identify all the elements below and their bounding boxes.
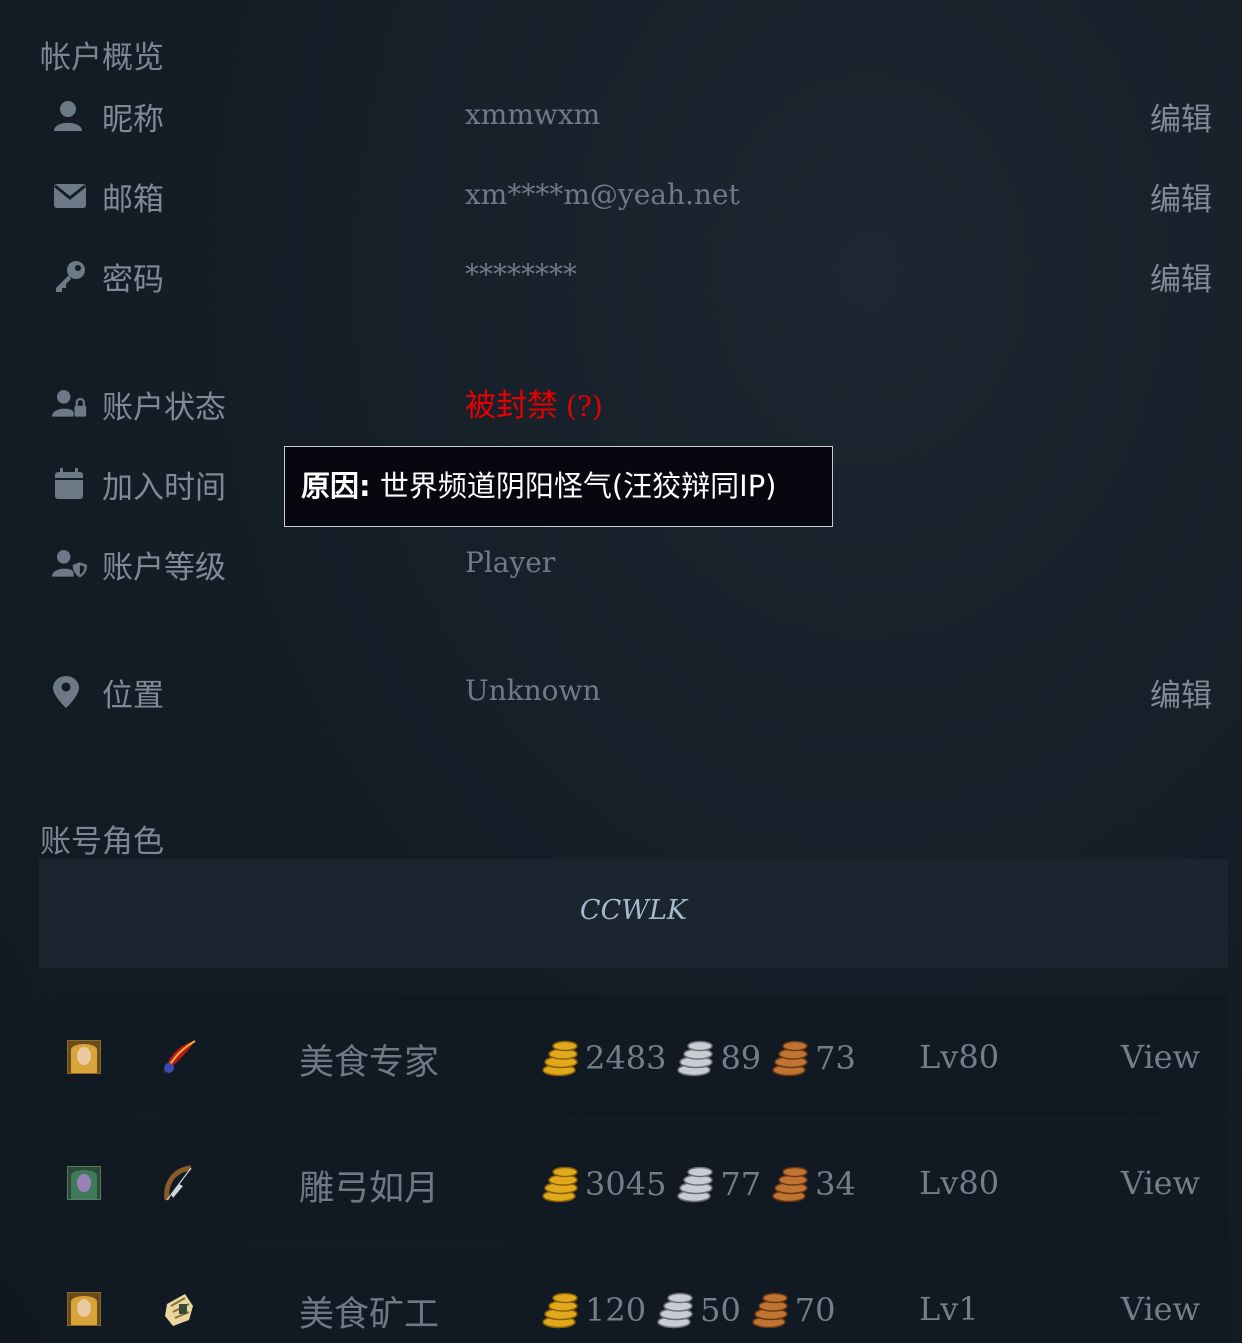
- copper-amount: 70: [794, 1291, 836, 1329]
- gold-amount: 3045: [585, 1165, 667, 1203]
- silver-coins-icon: [677, 1040, 714, 1077]
- character-row: 雕弓如月 3045 77 34 Lv80 View: [39, 1120, 1228, 1244]
- characters-title: 账号角色: [40, 824, 164, 860]
- nickname-label: 昵称: [102, 102, 164, 138]
- copper-amount: 73: [815, 1039, 856, 1077]
- character-level: Lv80: [919, 1038, 1000, 1076]
- gold-coins-icon: [542, 1292, 578, 1329]
- realm-name: CCWLK: [579, 895, 688, 926]
- copper-coins-icon: [772, 1166, 808, 1203]
- account-level-value: Player: [465, 546, 556, 579]
- user-icon: [54, 101, 82, 131]
- gold-amount: 120: [585, 1291, 647, 1329]
- password-row: 密码 ******** 编辑: [40, 246, 1212, 306]
- character-name: 雕弓如月: [299, 1169, 440, 1209]
- blonde-human-female-portrait: [67, 1292, 101, 1326]
- edit-location-button[interactable]: 编辑: [1150, 670, 1212, 715]
- password-label: 密码: [102, 262, 164, 298]
- tooltip-text: 世界频道阴阳怪气(汪狡辩同IP): [370, 469, 777, 503]
- silver-coins-icon: [677, 1166, 714, 1203]
- account-status-value: 被封禁 (?): [465, 380, 603, 425]
- nickname-value: xmmwxm: [465, 98, 601, 131]
- gold-amount: 2483: [585, 1039, 667, 1077]
- copper-amount: 34: [815, 1165, 856, 1203]
- character-level: Lv80: [919, 1164, 1000, 1202]
- ban-reason-tooltip: 原因: 世界频道阴阳怪气(汪狡辩同IP): [284, 446, 833, 527]
- fist-class-icon[interactable]: [159, 1290, 199, 1330]
- location-row: 位置 Unknown 编辑: [40, 662, 1212, 722]
- account-status-row: 账户状态 被封禁 (?): [40, 374, 1212, 434]
- email-row: 邮箱 xm****m@yeah.net 编辑: [40, 166, 1212, 226]
- account-overview-title: 帐户概览: [40, 40, 164, 76]
- character-level: Lv1: [919, 1290, 979, 1328]
- silver-coins-icon: [657, 1292, 693, 1329]
- character-name: 美食矿工: [299, 1295, 440, 1335]
- location-label: 位置: [102, 678, 164, 714]
- silver-amount: 77: [720, 1165, 762, 1203]
- account-level-label: 账户等级: [102, 550, 226, 586]
- account-level-row: 账户等级 Player: [40, 534, 1212, 594]
- banned-text: 被封禁: [465, 388, 558, 424]
- bow-class-icon[interactable]: [159, 1164, 199, 1204]
- user-shield-icon: [52, 550, 88, 578]
- character-money: 3045 77 34: [539, 1164, 864, 1204]
- tooltip-prefix: 原因:: [301, 469, 371, 503]
- email-value: xm****m@yeah.net: [465, 178, 740, 211]
- location-value: Unknown: [465, 674, 601, 707]
- realm-header: CCWLK: [39, 859, 1228, 968]
- edit-password-button[interactable]: 编辑: [1150, 254, 1212, 299]
- silver-amount: 50: [700, 1291, 741, 1329]
- ban-reason-help[interactable]: (?): [566, 390, 603, 423]
- view-character-button[interactable]: View: [1121, 1164, 1200, 1202]
- feather-class-icon[interactable]: [159, 1038, 199, 1078]
- character-money: 2483 89 73: [539, 1038, 864, 1078]
- silver-amount: 89: [720, 1039, 762, 1077]
- join-time-label: 加入时间: [102, 470, 226, 506]
- view-character-button[interactable]: View: [1121, 1290, 1200, 1328]
- calendar-icon: [55, 468, 83, 499]
- edit-nickname-button[interactable]: 编辑: [1150, 94, 1212, 139]
- gold-coins-icon: [542, 1040, 578, 1077]
- envelope-icon: [54, 184, 86, 208]
- copper-coins-icon: [772, 1040, 808, 1077]
- nickname-row: 昵称 xmmwxm 编辑: [40, 86, 1212, 146]
- character-row: 美食专家 2483 89 73 Lv80 View: [39, 994, 1228, 1118]
- edit-email-button[interactable]: 编辑: [1150, 174, 1212, 219]
- gold-coins-icon: [542, 1166, 578, 1203]
- view-character-button[interactable]: View: [1121, 1038, 1200, 1076]
- character-money: 120 50 70: [539, 1290, 844, 1330]
- email-label: 邮箱: [102, 182, 164, 218]
- copper-coins-icon: [752, 1292, 788, 1329]
- night-elf-female-portrait: [67, 1166, 101, 1200]
- character-row: 美食矿工 120 50 70 Lv1 View: [39, 1246, 1228, 1343]
- blonde-human-female-portrait: [67, 1040, 101, 1074]
- map-marker-icon: [53, 676, 79, 708]
- user-lock-icon: [52, 390, 87, 417]
- key-icon: [56, 261, 85, 292]
- character-name: 美食专家: [299, 1043, 440, 1083]
- password-value: ********: [465, 258, 577, 291]
- account-status-label: 账户状态: [102, 390, 226, 426]
